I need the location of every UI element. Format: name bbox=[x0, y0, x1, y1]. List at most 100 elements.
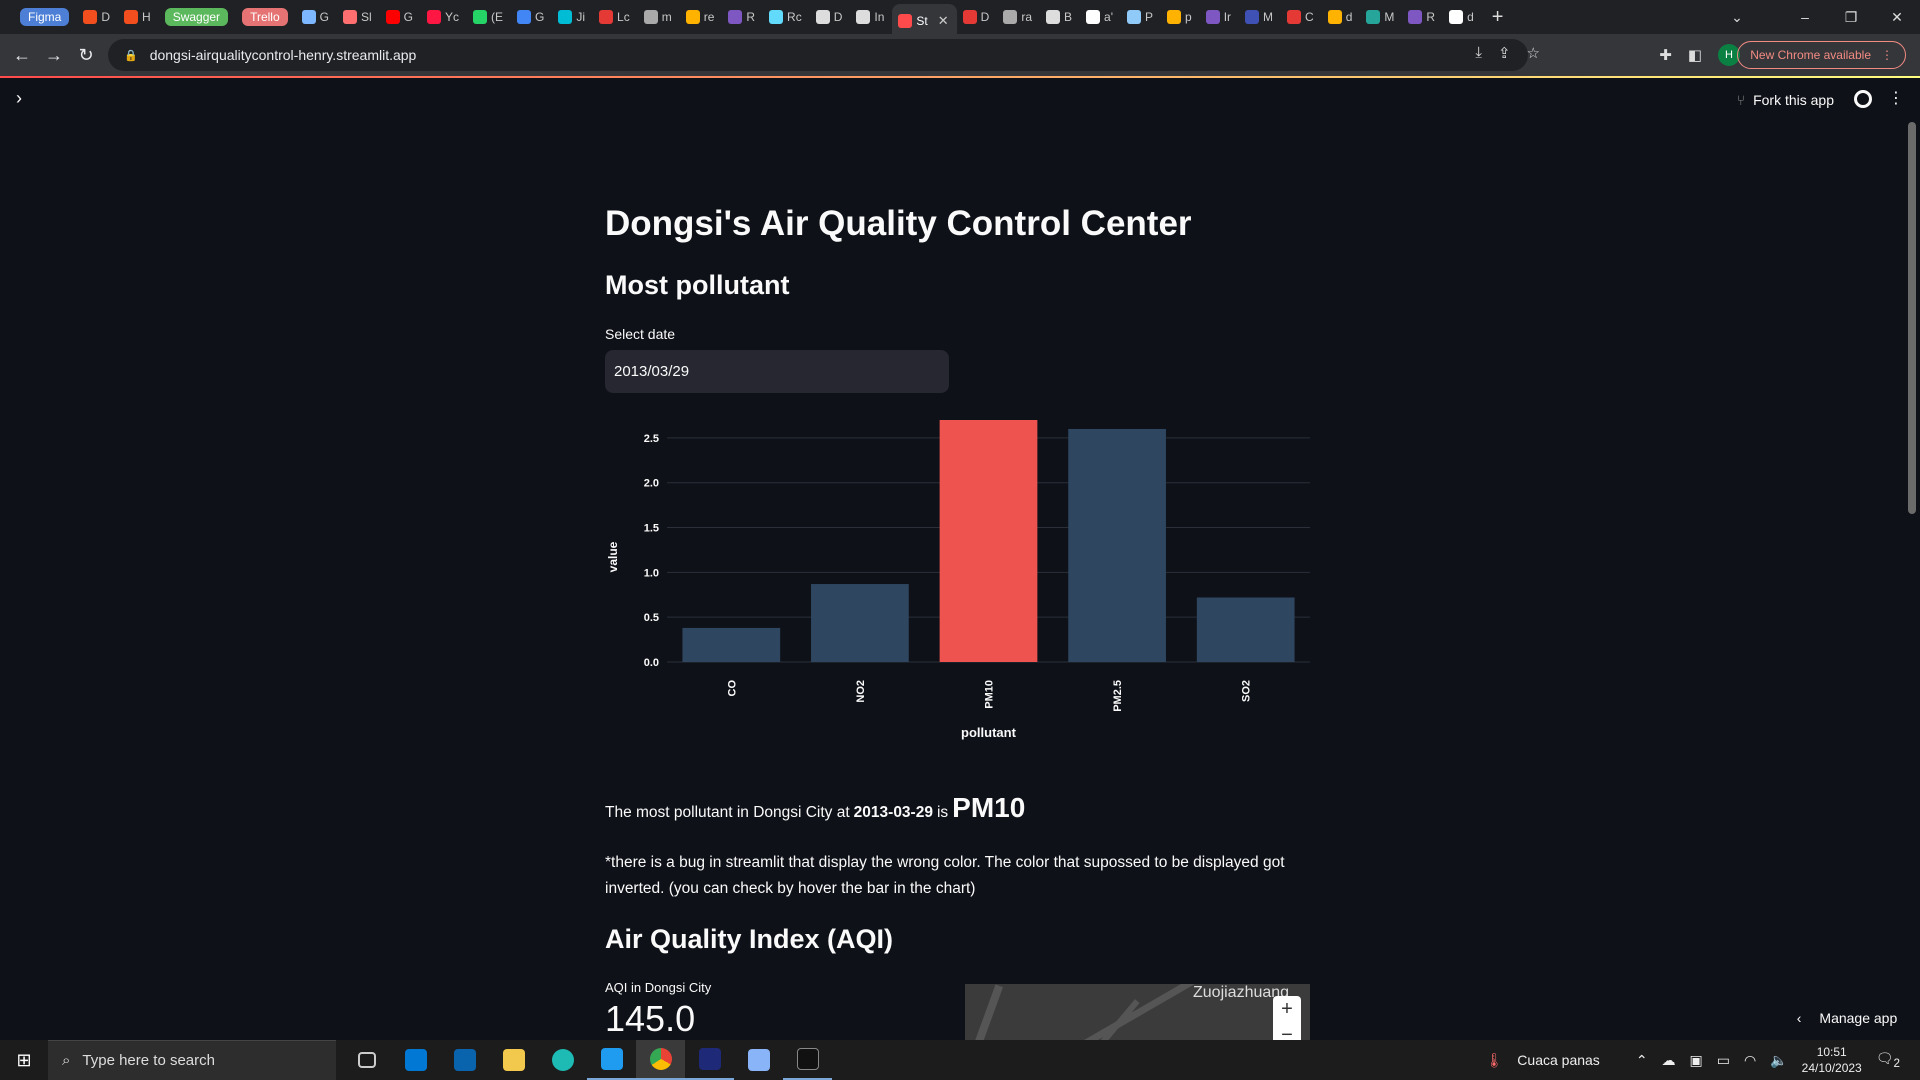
browser-tab[interactable]: P bbox=[1121, 4, 1161, 30]
browser-tab[interactable]: Trello bbox=[236, 4, 296, 30]
tab-favicon-icon bbox=[856, 10, 871, 24]
browser-tab[interactable]: re bbox=[680, 4, 723, 30]
browser-tab[interactable]: D bbox=[810, 4, 851, 30]
x-tick-label: NO2 bbox=[855, 680, 867, 703]
browser-tab[interactable]: Sl bbox=[337, 4, 380, 30]
back-button[interactable]: ← bbox=[6, 45, 38, 66]
browser-tab[interactable]: m bbox=[638, 4, 680, 30]
app-tray-icon[interactable]: ▣ bbox=[1690, 1052, 1703, 1069]
browser-tab[interactable]: (E bbox=[467, 4, 511, 30]
taskbar-search-box[interactable]: ⌕ Type here to search bbox=[48, 1040, 336, 1080]
tab-label: C bbox=[1305, 10, 1314, 24]
share-icon[interactable]: ⇪ bbox=[1498, 44, 1511, 62]
update-chrome-button[interactable]: New Chrome available ⋮ bbox=[1737, 41, 1906, 69]
browser-tab[interactable]: Yc bbox=[421, 4, 467, 30]
show-hidden-icons-chevron-icon[interactable]: ⌃ bbox=[1636, 1052, 1648, 1069]
install-app-icon[interactable]: ⤓ bbox=[1475, 44, 1482, 62]
browser-tab[interactable]: R bbox=[722, 4, 763, 30]
close-window-button[interactable]: ✕ bbox=[1874, 9, 1920, 26]
edge-icon[interactable] bbox=[538, 1040, 587, 1080]
browser-tab[interactable]: M bbox=[1239, 4, 1281, 30]
browser-tab[interactable]: G bbox=[380, 4, 421, 30]
tab-label: Sl bbox=[360, 10, 372, 24]
browser-tab[interactable]: Ji bbox=[552, 4, 593, 30]
mail-icon[interactable] bbox=[440, 1040, 489, 1080]
weather-thermometer-icon: 🌡 bbox=[1485, 1051, 1504, 1068]
volume-icon[interactable]: 🔈 bbox=[1770, 1052, 1787, 1069]
browser-tab[interactable]: p bbox=[1161, 4, 1200, 30]
browser-tab[interactable]: d bbox=[1322, 4, 1361, 30]
browser-tab[interactable]: C bbox=[1281, 4, 1322, 30]
vscode-icon[interactable] bbox=[587, 1040, 636, 1080]
aqi-map[interactable]: Zuojiazhuang + − bbox=[965, 984, 1310, 1044]
task-view-icon[interactable] bbox=[342, 1040, 391, 1080]
browser-tab[interactable]: M bbox=[1360, 4, 1402, 30]
notification-count: 2 bbox=[1893, 1056, 1900, 1070]
y-axis-label: value bbox=[606, 541, 620, 572]
browser-tab[interactable]: D bbox=[957, 4, 998, 30]
browser-tab[interactable]: a' bbox=[1080, 4, 1121, 30]
main-menu-icon[interactable]: ⋮ bbox=[1888, 88, 1904, 108]
browser-tab-strip: Figma D H Swagger Trello G Sl G Yc (E G Ji Lc m re R Rc D… bbox=[0, 0, 1920, 38]
webstorm-icon[interactable] bbox=[685, 1040, 734, 1080]
pollutant-bar-chart[interactable]: 0.0 0.5 1.0 1.5 2.0 2.5 CO NO2 PM10 PM2.5 SO2 value… bbox=[605, 412, 1310, 757]
minimize-button[interactable]: – bbox=[1782, 9, 1828, 25]
tab-label: R bbox=[1426, 10, 1436, 24]
github-icon[interactable] bbox=[1854, 90, 1872, 108]
notification-center-icon[interactable]: 🗨2 bbox=[1876, 1050, 1900, 1070]
windows-start-icon[interactable]: ⊞ bbox=[0, 1050, 48, 1071]
browser-tab[interactable]: Lc bbox=[593, 4, 638, 30]
extensions-puzzle-icon[interactable]: ✚ bbox=[1659, 46, 1672, 64]
onedrive-cloud-icon[interactable]: ☁ bbox=[1662, 1052, 1676, 1069]
weather-text[interactable]: Cuaca panas bbox=[1517, 1052, 1600, 1068]
notepad-icon[interactable] bbox=[734, 1040, 783, 1080]
tab-label: d bbox=[1345, 10, 1353, 24]
fork-label: Fork this app bbox=[1753, 92, 1834, 108]
browser-tab[interactable]: In bbox=[850, 4, 892, 30]
browser-tab[interactable]: Rc bbox=[763, 4, 810, 30]
forward-button[interactable]: → bbox=[38, 45, 70, 66]
date-input-label: Select date bbox=[605, 326, 676, 342]
tab-favicon-icon bbox=[1086, 10, 1101, 24]
page-scrollbar[interactable] bbox=[1908, 122, 1916, 514]
url-bar[interactable]: 🔒 dongsi-airqualitycontrol-henry.streaml… bbox=[108, 39, 1528, 71]
clock[interactable]: 10:51 24/10/2023 bbox=[1802, 1044, 1862, 1076]
store-icon[interactable] bbox=[391, 1040, 440, 1080]
tab-search-icon[interactable]: ⌄ bbox=[1714, 9, 1760, 26]
manage-app-button[interactable]: ‹ Manage app bbox=[1774, 1000, 1920, 1036]
date-input[interactable]: 2013/03/29 bbox=[605, 350, 949, 393]
wifi-icon[interactable]: ◠ bbox=[1744, 1052, 1756, 1069]
browser-tab[interactable]: ra bbox=[997, 4, 1040, 30]
tab-label: M bbox=[1263, 10, 1274, 24]
url-text: dongsi-airqualitycontrol-henry.streamlit… bbox=[149, 47, 417, 63]
browser-tab[interactable]: H bbox=[118, 4, 159, 30]
fork-app-button[interactable]: ⑂ Fork this app bbox=[1737, 92, 1834, 108]
file-explorer-icon[interactable] bbox=[489, 1040, 538, 1080]
close-tab-icon[interactable]: ✕ bbox=[938, 13, 949, 29]
browser-tab[interactable]: G bbox=[296, 4, 337, 30]
expand-sidebar-chevron-icon[interactable]: › bbox=[16, 88, 22, 109]
browser-tab[interactable]: Figma bbox=[14, 4, 77, 30]
browser-tab[interactable]: Ir bbox=[1200, 4, 1239, 30]
side-panel-icon[interactable]: ◧ bbox=[1688, 46, 1702, 64]
browser-tab[interactable]: St ✕ bbox=[892, 4, 957, 38]
terminal-icon[interactable] bbox=[783, 1040, 832, 1080]
browser-tab[interactable]: G bbox=[511, 4, 552, 30]
tab-favicon-icon bbox=[815, 10, 830, 24]
chrome-icon[interactable] bbox=[636, 1040, 685, 1080]
reload-button[interactable]: ↻ bbox=[70, 45, 102, 66]
tab-label: re bbox=[703, 10, 715, 24]
battery-icon[interactable]: ▭ bbox=[1717, 1052, 1730, 1069]
tab-favicon-icon bbox=[385, 10, 400, 24]
address-toolbar: ← → ↻ 🔒 dongsi-airqualitycontrol-henry.s… bbox=[0, 34, 1920, 76]
bookmark-star-icon[interactable]: ☆ bbox=[1527, 44, 1540, 62]
map-zoom-in-button[interactable]: + bbox=[1273, 996, 1301, 1022]
browser-tab[interactable]: B bbox=[1040, 4, 1080, 30]
tab-label: Trello bbox=[242, 8, 288, 26]
browser-tab[interactable]: d bbox=[1443, 4, 1482, 30]
new-tab-button[interactable]: + bbox=[1492, 6, 1504, 29]
restore-button[interactable]: ❐ bbox=[1828, 9, 1874, 26]
browser-tab[interactable]: D bbox=[77, 4, 118, 30]
browser-tab[interactable]: R bbox=[1402, 4, 1443, 30]
browser-tab[interactable]: Swagger bbox=[159, 4, 236, 30]
